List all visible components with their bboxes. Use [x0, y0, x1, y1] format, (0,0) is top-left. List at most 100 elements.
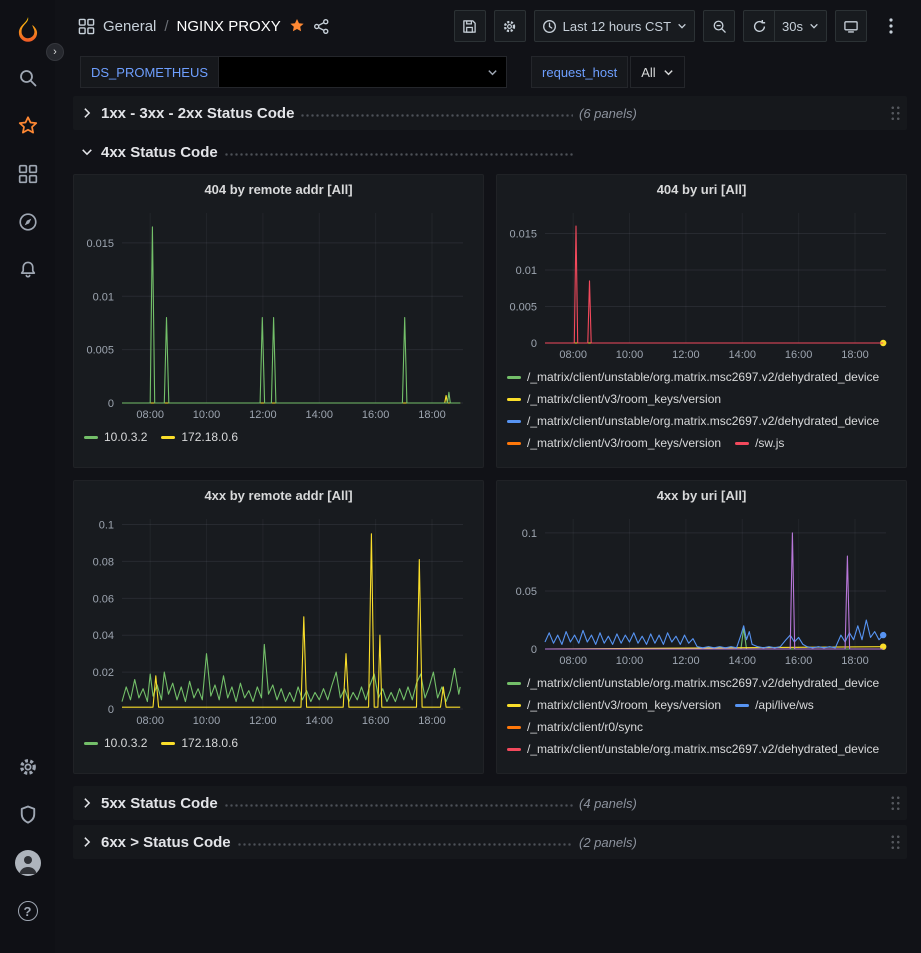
- zoom-out-button[interactable]: [703, 10, 735, 42]
- panel-title[interactable]: 4xx by uri [All]: [497, 481, 906, 509]
- svg-text:0: 0: [531, 644, 537, 656]
- variables-submenu: DS_PROMETHEUS request_host All: [55, 52, 921, 92]
- svg-text:14:00: 14:00: [306, 715, 334, 727]
- chevron-down-icon: [81, 146, 93, 158]
- svg-text:14:00: 14:00: [306, 409, 334, 421]
- chart-4xx-by-uri[interactable]: 00.050.108:0010:0012:0014:0016:0018:00: [501, 509, 902, 669]
- datasource-variable-label[interactable]: DS_PROMETHEUS: [80, 56, 219, 88]
- legend-item[interactable]: /sw.js: [735, 433, 784, 453]
- dashboard-settings-button[interactable]: [494, 10, 526, 42]
- legend-series-label: /_matrix/client/unstable/org.matrix.msc2…: [527, 411, 879, 431]
- row-6xx[interactable]: 6xx > Status Code (2 panels): [73, 825, 907, 859]
- svg-text:08:00: 08:00: [136, 715, 164, 727]
- request-host-variable-value[interactable]: All: [630, 56, 684, 88]
- panel-title[interactable]: 4xx by remote addr [All]: [74, 481, 483, 509]
- search-icon[interactable]: [8, 58, 48, 98]
- legend-item[interactable]: /_matrix/client/v3/room_keys/version: [507, 389, 721, 409]
- settings-gear-icon[interactable]: [8, 747, 48, 787]
- dashboard-title[interactable]: NGINX PROXY: [177, 18, 281, 35]
- svg-text:18:00: 18:00: [841, 349, 869, 361]
- legend-item[interactable]: /_matrix/client/v3/room_keys/version: [507, 695, 721, 715]
- legend-series-label: /_matrix/client/v3/room_keys/version: [527, 433, 721, 453]
- svg-text:16:00: 16:00: [362, 715, 390, 727]
- legend-series-label: /_matrix/client/r0/sync: [527, 717, 643, 737]
- refresh-button[interactable]: [743, 10, 775, 42]
- refresh-group: 30s: [743, 10, 827, 42]
- legend-series-color: [161, 742, 175, 745]
- favorite-star-icon[interactable]: [289, 18, 305, 34]
- breadcrumb: General / NGINX PROXY: [78, 18, 330, 35]
- row-drag-handle[interactable]: [890, 834, 901, 851]
- row-drag-handle[interactable]: [890, 105, 901, 122]
- dashboard-header: General / NGINX PROXY Last 12 hours CST: [55, 0, 921, 52]
- legend-series-label: 10.0.3.2: [104, 733, 147, 753]
- server-admin-shield-icon[interactable]: [8, 795, 48, 835]
- row-drag-handle[interactable]: [890, 795, 901, 812]
- legend-item[interactable]: /_matrix/client/unstable/org.matrix.msc2…: [507, 673, 879, 693]
- legend-item[interactable]: /_matrix/client/unstable/org.matrix.msc2…: [507, 411, 879, 431]
- chart-404-by-remote-addr[interactable]: 00.0050.010.01508:0010:0012:0014:0016:00…: [78, 203, 479, 423]
- kebab-menu-button[interactable]: [875, 10, 907, 42]
- refresh-interval-dropdown[interactable]: 30s: [775, 10, 827, 42]
- chevron-right-icon: [81, 797, 93, 809]
- legend-series-color: [507, 376, 521, 379]
- refresh-icon: [752, 19, 767, 34]
- legend-item[interactable]: /_matrix/client/r0/sync: [507, 717, 643, 737]
- save-dashboard-button[interactable]: [454, 10, 486, 42]
- datasource-variable-value[interactable]: [219, 56, 507, 88]
- help-icon[interactable]: ?: [8, 891, 48, 931]
- legend-item[interactable]: 10.0.3.2: [84, 427, 147, 447]
- chart-4xx-by-remote-addr[interactable]: 00.020.040.060.080.108:0010:0012:0014:00…: [78, 509, 479, 729]
- sidebar-expand-button[interactable]: ›: [46, 43, 64, 61]
- panel-title[interactable]: 404 by remote addr [All]: [74, 175, 483, 203]
- svg-text:14:00: 14:00: [729, 349, 757, 361]
- svg-text:12:00: 12:00: [249, 409, 277, 421]
- legend-item[interactable]: 10.0.3.2: [84, 733, 147, 753]
- starred-icon[interactable]: [8, 106, 48, 146]
- row-5xx[interactable]: 5xx Status Code (4 panels): [73, 786, 907, 820]
- grafana-logo[interactable]: [8, 10, 48, 50]
- chart-legend: /_matrix/client/unstable/org.matrix.msc2…: [501, 363, 902, 465]
- legend-item[interactable]: /api/live/ws: [735, 695, 814, 715]
- legend-item[interactable]: 172.18.0.6: [161, 733, 238, 753]
- dotted-leader: [237, 833, 573, 847]
- panel-title[interactable]: 404 by uri [All]: [497, 175, 906, 203]
- breadcrumb-section[interactable]: General: [103, 18, 156, 35]
- svg-text:18:00: 18:00: [418, 409, 446, 421]
- dotted-leader: [224, 794, 573, 808]
- alerting-bell-icon[interactable]: [8, 250, 48, 290]
- time-range-picker[interactable]: Last 12 hours CST: [534, 10, 695, 42]
- clock-icon: [542, 19, 557, 34]
- chevron-down-icon: [663, 67, 674, 78]
- svg-text:0.02: 0.02: [93, 667, 114, 679]
- profile-avatar[interactable]: [8, 843, 48, 883]
- legend-series-label: 10.0.3.2: [104, 427, 147, 447]
- svg-text:10:00: 10:00: [193, 409, 221, 421]
- row-1xx-3xx-2xx[interactable]: 1xx - 3xx - 2xx Status Code (6 panels): [73, 96, 907, 130]
- refresh-interval-label: 30s: [782, 19, 803, 34]
- explore-compass-icon[interactable]: [8, 202, 48, 242]
- row-4xx[interactable]: 4xx Status Code: [73, 135, 907, 169]
- legend-item[interactable]: /_matrix/client/unstable/org.matrix.msc2…: [507, 367, 879, 387]
- dotted-leader: [224, 143, 573, 157]
- panel-4xx-by-remote-addr: 4xx by remote addr [All] 00.020.040.060.…: [73, 480, 484, 774]
- legend-series-label: 172.18.0.6: [181, 427, 238, 447]
- chevron-down-icon: [487, 67, 498, 78]
- svg-text:0.01: 0.01: [516, 265, 537, 277]
- legend-series-color: [84, 742, 98, 745]
- legend-series-color: [507, 726, 521, 729]
- request-host-variable-label[interactable]: request_host: [531, 56, 628, 88]
- legend-item[interactable]: 172.18.0.6: [161, 427, 238, 447]
- legend-item[interactable]: /_matrix/client/unstable/org.matrix.msc2…: [507, 739, 879, 759]
- svg-text:0: 0: [108, 704, 114, 716]
- tv-mode-button[interactable]: [835, 10, 867, 42]
- legend-item[interactable]: /_matrix/client/v3/room_keys/version: [507, 433, 721, 453]
- dashboards-icon[interactable]: [8, 154, 48, 194]
- share-icon[interactable]: [313, 18, 330, 35]
- chart-404-by-uri[interactable]: 00.0050.010.01508:0010:0012:0014:0016:00…: [501, 203, 902, 363]
- svg-text:16:00: 16:00: [362, 409, 390, 421]
- row-title: 1xx - 3xx - 2xx Status Code: [101, 105, 294, 122]
- chart-legend: /_matrix/client/unstable/org.matrix.msc2…: [501, 669, 902, 771]
- row-title: 6xx > Status Code: [101, 834, 231, 851]
- svg-text:0.04: 0.04: [93, 630, 114, 642]
